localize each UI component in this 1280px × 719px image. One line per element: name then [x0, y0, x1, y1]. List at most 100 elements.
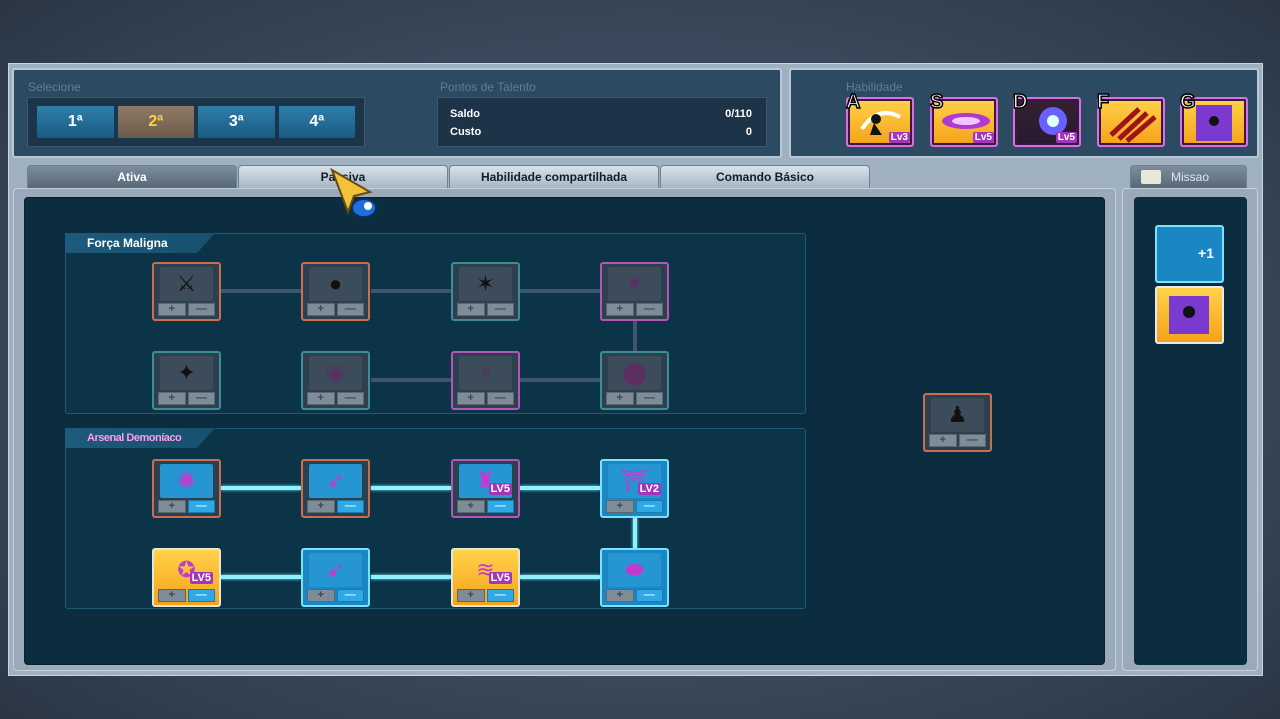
cannon-icon: ✶ [459, 267, 512, 301]
node-minus-button[interactable]: — [635, 392, 663, 405]
node-minus-button[interactable]: — [336, 392, 364, 405]
node-plus-button[interactable]: + [158, 303, 186, 316]
mission-skill-slot[interactable] [1155, 286, 1224, 344]
build-selector: 1ª 2ª 3ª 4ª [27, 97, 365, 147]
tree-link-active [520, 486, 600, 490]
build-slot-3[interactable]: 3ª [197, 105, 276, 139]
node-minus-button[interactable]: — [486, 303, 514, 316]
hotkey-slot-g[interactable]: G [1179, 90, 1248, 147]
hotkey-level: Lv3 [888, 132, 910, 143]
build-slot-2[interactable]: 2ª [116, 105, 195, 139]
saldo-label: Saldo [450, 108, 480, 120]
skill-node-spin-slash[interactable]: ✺ + — [152, 459, 221, 518]
tree-link [520, 378, 600, 382]
dash-icon: ➶ [309, 464, 362, 498]
node-level: LV2 [637, 483, 661, 495]
skill-node-wing-dash[interactable]: ➹ + — [301, 548, 370, 607]
hotkey-key: G [1179, 90, 1196, 114]
tab-comando-basico[interactable]: Comando Básico [660, 165, 870, 188]
skill-node-crystal[interactable]: ♜ LV5 + — [451, 459, 520, 518]
node-minus-button[interactable]: — [486, 392, 514, 405]
node-minus-button[interactable]: — [486, 589, 514, 602]
node-minus-button[interactable]: — [336, 589, 364, 602]
node-plus-button[interactable]: + [307, 500, 335, 513]
node-plus-button[interactable]: + [457, 589, 485, 602]
node-minus-button[interactable]: — [187, 392, 215, 405]
node-minus-button[interactable]: — [187, 589, 215, 602]
node-minus-button[interactable]: — [635, 589, 663, 602]
plus-one-badge: +1 [1198, 245, 1214, 261]
tree-link [371, 378, 451, 382]
star-burst-icon: ✷ [608, 267, 661, 301]
tree-link-active [520, 575, 600, 579]
node-plus-button[interactable]: + [307, 589, 335, 602]
skill-node-demon-wings[interactable]: ♆ + — [451, 351, 520, 410]
node-plus-button[interactable]: + [606, 500, 634, 513]
hotkey-slot-s[interactable]: S Lv5 [929, 90, 998, 147]
talent-points-label: Pontos de Talento [440, 80, 536, 94]
skill-pillar-icon [1169, 296, 1209, 334]
skill-node-dmg[interactable]: ⬤ + — [600, 351, 669, 410]
node-plus-button[interactable]: + [606, 303, 634, 316]
node-plus-button[interactable]: + [606, 392, 634, 405]
node-plus-button[interactable]: + [457, 500, 485, 513]
node-minus-button[interactable]: — [486, 500, 514, 513]
hotkey-key: A [845, 90, 861, 114]
skill-node-star-burst[interactable]: ✷ + — [600, 262, 669, 321]
node-plus-button[interactable]: + [457, 303, 485, 316]
tree-title: Força Maligna [65, 233, 215, 253]
warrior-shield-icon: ⚔ [160, 267, 213, 301]
node-minus-button[interactable]: — [958, 434, 986, 447]
skill-node-dash[interactable]: ➶ + — [301, 459, 370, 518]
node-minus-button[interactable]: — [187, 500, 215, 513]
tree-link [520, 289, 600, 293]
skill-node-golden-strike[interactable]: ✪ LV5 + — [152, 548, 221, 607]
skill-node-purple-wave[interactable]: ≋ LV5 + — [451, 548, 520, 607]
tab-habilidade-compartilhada[interactable]: Habilidade compartilhada [449, 165, 659, 188]
node-minus-button[interactable]: — [187, 303, 215, 316]
skill-node-shield-slash[interactable]: ⚔ + — [152, 262, 221, 321]
node-minus-button[interactable]: — [635, 303, 663, 316]
dmg-boost-icon: ⬬ [608, 553, 661, 587]
node-minus-button[interactable]: — [336, 303, 364, 316]
tree-link [221, 289, 301, 293]
talent-points-box: Saldo 0/110 Custo 0 [437, 97, 767, 147]
saldo-value: 0/110 [725, 108, 752, 120]
hotkey-slot-d[interactable]: D Lv5 [1012, 90, 1081, 147]
tree-link-active [633, 517, 637, 548]
hotkey-key: S [929, 90, 944, 114]
node-plus-button[interactable]: + [929, 434, 957, 447]
skill-node-dps[interactable]: ✦ + — [152, 351, 221, 410]
node-plus-button[interactable]: + [307, 392, 335, 405]
build-slot-1[interactable]: 1ª [36, 105, 115, 139]
node-plus-button[interactable]: + [606, 589, 634, 602]
silhouette-icon: ♟ [931, 398, 984, 432]
tree-link-active [221, 575, 301, 579]
skill-node-awakening[interactable]: ♟ + — [923, 393, 992, 452]
skill-node-dmg-boost[interactable]: ⬬ + — [600, 548, 669, 607]
build-slot-4[interactable]: 4ª [277, 105, 356, 139]
skill-node-dark-shrine[interactable]: ⛩ LV2 + — [600, 459, 669, 518]
hotkey-key: F [1096, 90, 1110, 114]
plus-one-item[interactable]: +1 [1155, 225, 1224, 283]
hotkey-level: Lv5 [1055, 132, 1077, 143]
custo-label: Custo [450, 126, 482, 138]
node-plus-button[interactable]: + [158, 392, 186, 405]
skill-node-orb-throw[interactable]: ● + — [301, 262, 370, 321]
missao-label: Missao [1171, 170, 1210, 184]
wings-icon: ♆ [459, 356, 512, 390]
tab-ativa[interactable]: Ativa [27, 165, 237, 188]
node-plus-button[interactable]: + [158, 589, 186, 602]
node-plus-button[interactable]: + [457, 392, 485, 405]
node-minus-button[interactable]: — [336, 500, 364, 513]
node-minus-button[interactable]: — [635, 500, 663, 513]
node-plus-button[interactable]: + [307, 303, 335, 316]
tree-link-active [221, 486, 301, 490]
skill-node-cannon[interactable]: ✶ + — [451, 262, 520, 321]
node-plus-button[interactable]: + [158, 500, 186, 513]
missao-tab[interactable]: Missao [1130, 165, 1247, 189]
skill-node-ring[interactable]: ◉ + — [301, 351, 370, 410]
node-level: LV5 [189, 572, 213, 584]
hotkey-slot-a[interactable]: A Lv3 [845, 90, 914, 147]
hotkey-slot-f[interactable]: F [1096, 90, 1165, 147]
